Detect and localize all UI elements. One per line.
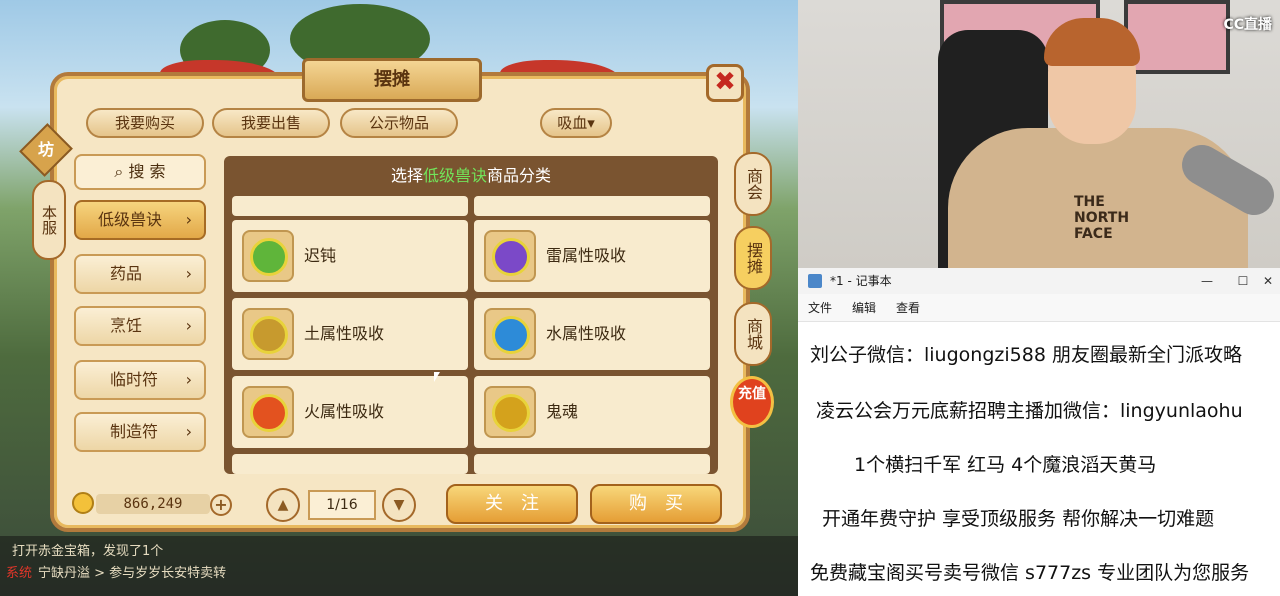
window-title: 摆摊 [302, 58, 482, 102]
close-window-button[interactable]: ✕ [1256, 268, 1280, 294]
fire-absorb-icon [242, 386, 294, 438]
chat-text: 打开赤金宝箱，发现了1个 [12, 544, 164, 559]
page-indicator: 1/16 [308, 490, 376, 520]
item-name: 水属性吸收 [546, 324, 627, 343]
earth-absorb-icon [242, 308, 294, 360]
search-icon: ⌕ [114, 162, 129, 181]
item-name: 雷属性吸收 [546, 246, 627, 265]
chevron-right-icon: › [185, 370, 192, 389]
screen: 摆摊 ✖ 我要购买 我要出售 公示物品 吸血▾ 坊 本服 ⌕ 搜 索 低级兽诀 ›… [0, 0, 1280, 596]
list-item-partial[interactable] [232, 454, 468, 474]
category-craft-talisman[interactable]: 制造符 › [74, 412, 206, 452]
mouse-cursor-icon [434, 372, 440, 382]
thunder-absorb-icon [484, 230, 536, 282]
filter-dropdown[interactable]: 吸血▾ [540, 108, 612, 138]
water-absorb-icon [484, 308, 536, 360]
text-line[interactable]: 凌云公会万元底薪招聘主播加微信：lingyunlaohu [816, 396, 1243, 423]
text-line[interactable]: 刘公子微信：liugongzi588 朋友圈最新全门派攻略 [810, 340, 1242, 367]
webcam-feed: CC直播 THE NORTH FACE [798, 0, 1280, 268]
menu-file[interactable]: 文件 [808, 294, 832, 322]
buy-button[interactable]: 购买 [590, 484, 722, 524]
list-item[interactable]: 火属性吸收 [232, 376, 468, 448]
recharge-button[interactable]: 充值 [730, 376, 774, 428]
list-item[interactable]: 水属性吸收 [474, 298, 710, 370]
close-button[interactable]: ✖ [706, 64, 744, 102]
hoodie-text: THE [1074, 194, 1105, 210]
notepad-title: *1 - 记事本 [830, 274, 892, 288]
minimize-button[interactable]: — [1188, 268, 1226, 294]
chevron-right-icon: › [185, 264, 192, 283]
category-low-skill[interactable]: 低级兽诀 › [74, 200, 206, 240]
chevron-right-icon: › [185, 316, 192, 335]
menu-edit[interactable]: 编辑 [852, 294, 876, 322]
chevron-right-icon: › [185, 422, 192, 441]
search-button[interactable]: ⌕ 搜 索 [74, 154, 206, 190]
server-tab[interactable]: 本服 [32, 180, 66, 260]
hoodie-text: FACE [1074, 226, 1113, 242]
list-heading: 选择低级兽诀商品分类 [224, 158, 718, 194]
category-cooking[interactable]: 烹饪 › [74, 306, 206, 346]
text-line[interactable]: 免费藏宝阁买号卖号微信 s777zs 专业团队为您服务 [810, 558, 1249, 585]
chat-line: 系统 宁缺丹溢 > 参与岁岁长安特卖转 [6, 562, 226, 581]
tab-sell[interactable]: 我要出售 [212, 108, 330, 138]
search-label: 搜 索 [128, 162, 166, 181]
chat-tag: 系统 [6, 566, 33, 581]
notepad-window: *1 - 记事本 — ☐ ✕ 文件 编辑 查看 刘公子微信：liugongzi5… [798, 268, 1280, 596]
menu-bar: 文件 编辑 查看 [798, 294, 1280, 322]
item-name: 迟钝 [304, 246, 337, 265]
wall-poster [1124, 0, 1230, 74]
add-money-button[interactable]: + [210, 494, 232, 516]
category-label: 制造符 [110, 422, 159, 441]
chat-text: 宁缺丹溢 > 参与岁岁长安特卖转 [38, 566, 227, 581]
category-label: 烹饪 [110, 316, 143, 335]
ghost-skill-icon [484, 386, 536, 438]
chat-line: 打开赤金宝箱，发现了1个 [6, 540, 163, 559]
text-line[interactable]: 1个横扫千军 红马 4个魔浪滔天黄马 [854, 450, 1156, 477]
slow-skill-icon [242, 230, 294, 282]
list-item-partial[interactable] [474, 454, 710, 474]
coin-icon [72, 492, 94, 514]
text-line[interactable]: 开通年费守护 享受顶级服务 帮你解决一切难题 [822, 504, 1214, 531]
item-name: 火属性吸收 [304, 402, 385, 421]
category-temp-talisman[interactable]: 临时符 › [74, 360, 206, 400]
list-item-partial[interactable] [474, 196, 710, 216]
stream-logo: CC直播 [1223, 17, 1272, 33]
chat-log: 打开赤金宝箱，发现了1个 系统 宁缺丹溢 > 参与岁岁长安特卖转 [0, 536, 798, 596]
list-heading-post: 商品分类 [487, 166, 552, 185]
list-item-partial[interactable] [232, 196, 468, 216]
item-name: 土属性吸收 [304, 324, 385, 343]
category-label: 低级兽诀 [98, 210, 163, 229]
tab-mall[interactable]: 商城 [734, 302, 772, 366]
page-next-button[interactable]: ▼ [382, 488, 416, 522]
list-heading-highlight: 低级兽诀 [422, 166, 487, 185]
notepad-app-icon [808, 274, 822, 288]
tab-chamber[interactable]: 商会 [734, 152, 772, 216]
hoodie-text: NORTH [1074, 210, 1130, 226]
game-window: 摆摊 ✖ 我要购买 我要出售 公示物品 吸血▾ 坊 本服 ⌕ 搜 索 低级兽诀 ›… [0, 0, 798, 596]
list-item[interactable]: 土属性吸收 [232, 298, 468, 370]
item-name: 鬼魂 [546, 402, 579, 421]
money-display: 866,249 [96, 494, 210, 514]
list-item[interactable]: 迟钝 [232, 220, 468, 292]
list-item[interactable]: 雷属性吸收 [474, 220, 710, 292]
page-prev-button[interactable]: ▲ [266, 488, 300, 522]
hoodie-logo: THE NORTH FACE [1074, 194, 1129, 242]
category-label: 临时符 [110, 370, 159, 389]
side-tag-label: 坊 [37, 140, 54, 159]
menu-view[interactable]: 查看 [896, 294, 920, 322]
category-label: 药品 [110, 264, 143, 283]
tab-stall[interactable]: 摆摊 [734, 226, 772, 290]
chevron-right-icon: › [185, 210, 192, 229]
category-medicine[interactable]: 药品 › [74, 254, 206, 294]
tab-public-items[interactable]: 公示物品 [340, 108, 458, 138]
list-heading-pre: 选择 [390, 166, 423, 185]
list-item[interactable]: 鬼魂 [474, 376, 710, 448]
tab-buy[interactable]: 我要购买 [86, 108, 204, 138]
follow-button[interactable]: 关注 [446, 484, 578, 524]
